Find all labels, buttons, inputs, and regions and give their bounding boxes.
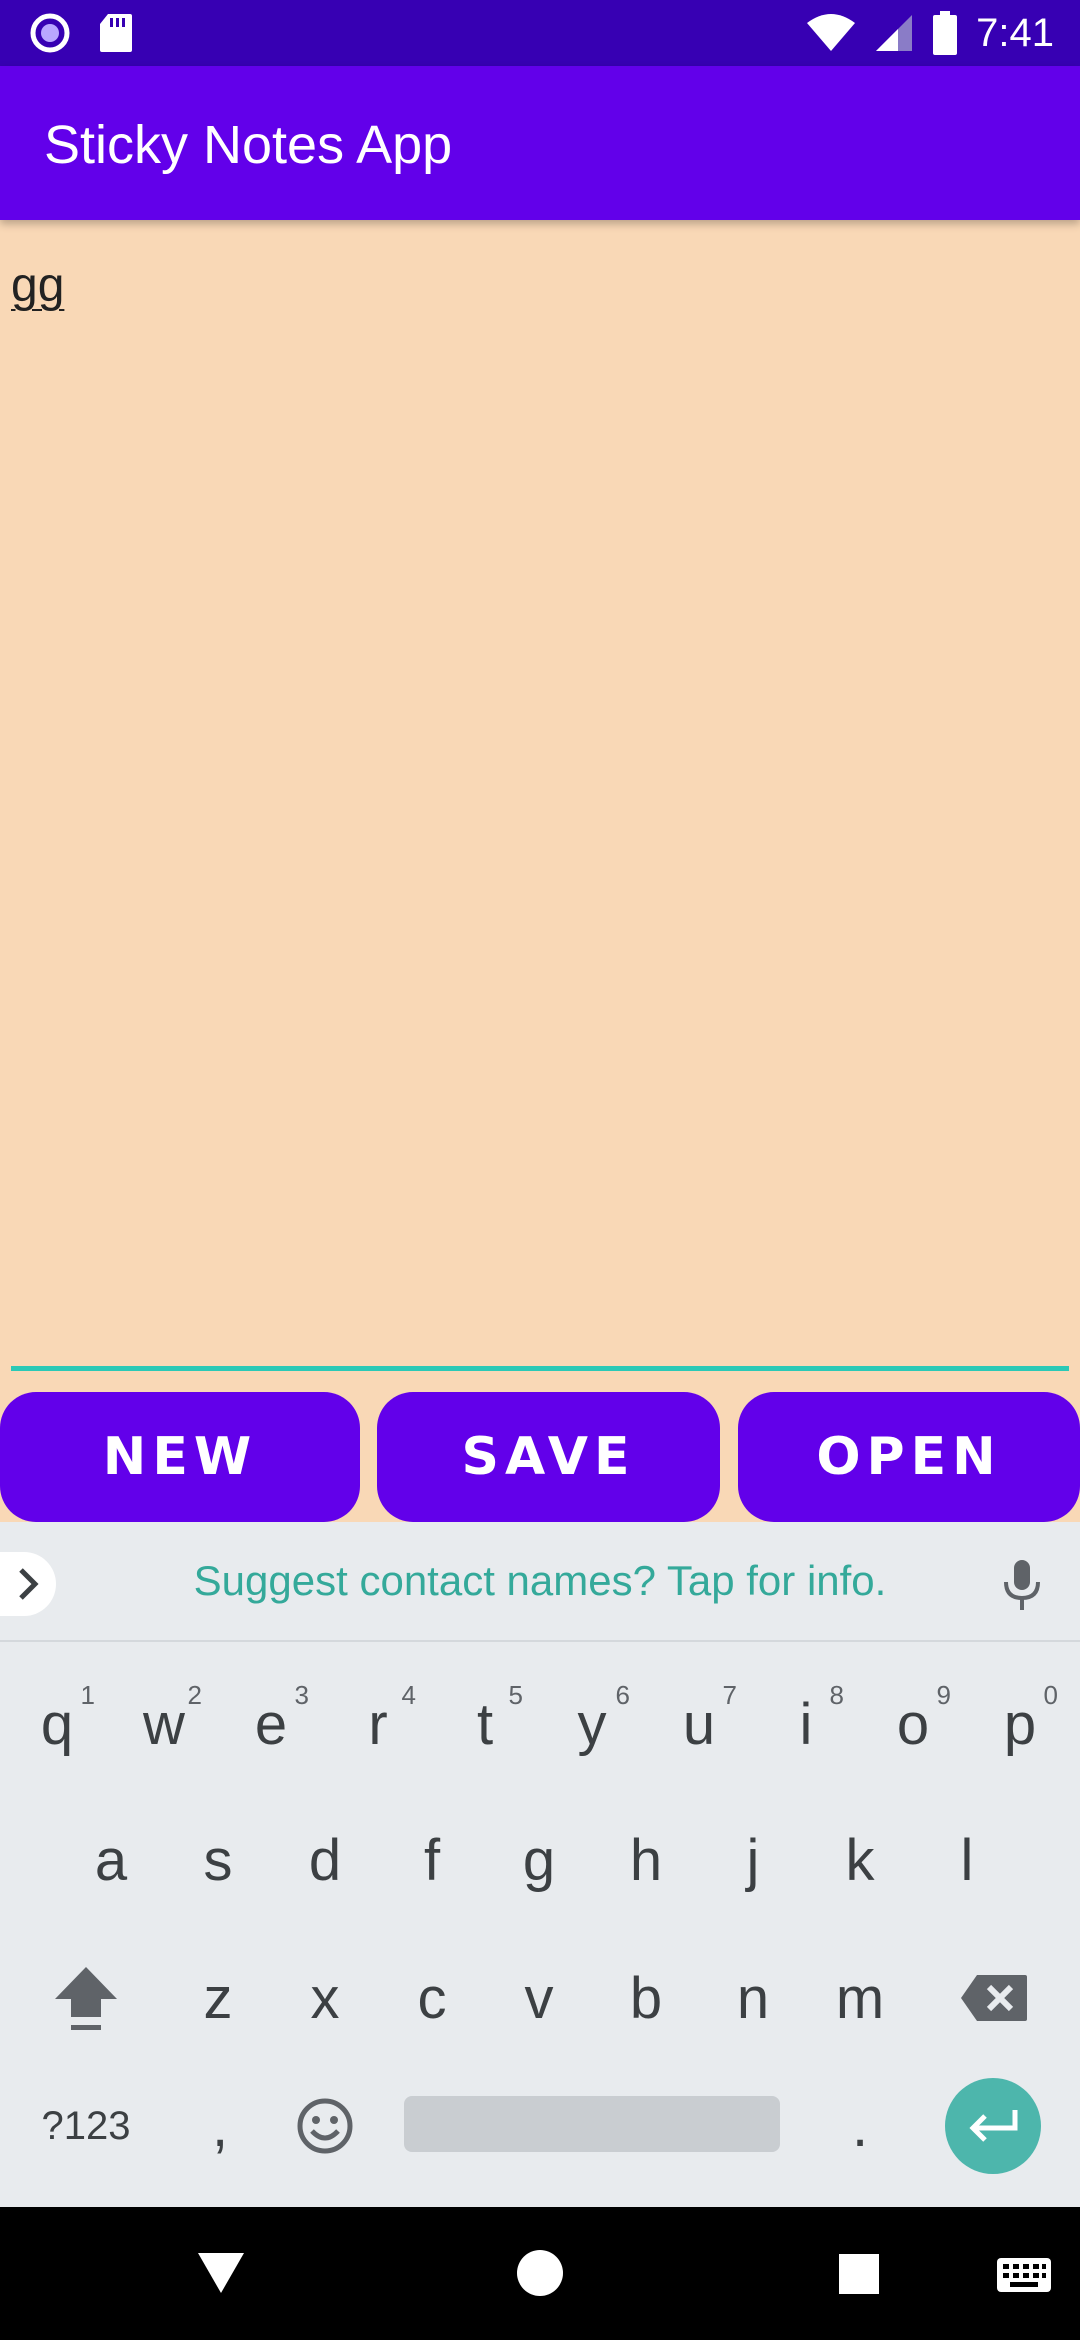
navigation-bar (0, 2207, 1080, 2340)
sd-card-icon (100, 14, 132, 52)
key-l[interactable]: l (917, 1800, 1017, 1920)
key-b[interactable]: b (596, 1938, 696, 2058)
comma-key[interactable]: , (170, 2066, 270, 2186)
key-hint: 0 (1043, 1680, 1058, 1710)
key-label: z (203, 1965, 233, 2031)
key-g[interactable]: g (489, 1800, 589, 1920)
enter-arrow-icon (969, 2110, 1018, 2142)
microphone-icon[interactable] (1002, 1558, 1042, 1612)
key-x[interactable]: x (275, 1938, 375, 2058)
key-s[interactable]: s (168, 1800, 268, 1920)
key-hint: 8 (829, 1680, 844, 1710)
radio-icon (30, 13, 70, 53)
cell-signal-icon (876, 15, 913, 51)
clock: 7:41 (976, 10, 1054, 55)
enter-key[interactable] (945, 2078, 1041, 2174)
key-label: b (629, 1965, 663, 2031)
key-label: o (896, 1691, 930, 1757)
app-bar: Sticky Notes App (0, 66, 1080, 220)
key-label: f (423, 1827, 441, 1893)
home-icon[interactable] (516, 2249, 564, 2297)
key-v[interactable]: v (489, 1938, 589, 2058)
key-hint: 7 (722, 1680, 737, 1710)
shift-key[interactable] (36, 1938, 136, 2058)
key-label: a (94, 1827, 128, 1893)
key-label: x (310, 1965, 340, 2031)
app-title: Sticky Notes App (44, 115, 453, 175)
suggestion-text[interactable]: Suggest contact names? Tap for info. (0, 1557, 1080, 1605)
key-label: c (417, 1965, 447, 2031)
key-label: p (1003, 1691, 1037, 1757)
key-label: u (682, 1691, 716, 1757)
note-editor[interactable]: gg (0, 220, 1080, 1372)
key-r[interactable]: r4 (328, 1664, 428, 1784)
key-label: w (143, 1691, 185, 1757)
key-label: l (960, 1827, 974, 1893)
key-o[interactable]: o9 (863, 1664, 963, 1784)
key-label: v (524, 1965, 554, 2031)
key-u[interactable]: u7 (649, 1664, 749, 1784)
key-label: s (203, 1827, 233, 1893)
key-k[interactable]: k (810, 1800, 910, 1920)
recents-icon[interactable] (838, 2253, 880, 2295)
key-hint: 5 (508, 1680, 523, 1710)
key-hint: 2 (187, 1680, 202, 1710)
key-hint: 6 (615, 1680, 630, 1710)
key-w[interactable]: w2 (114, 1664, 214, 1784)
key-label: i (799, 1691, 813, 1757)
battery-icon (933, 11, 958, 55)
wifi-icon (807, 14, 856, 51)
key-hint: 3 (294, 1680, 309, 1710)
note-text[interactable]: gg (11, 258, 64, 313)
key-label: y (577, 1691, 607, 1757)
key-y[interactable]: y6 (542, 1664, 642, 1784)
key-i[interactable]: i8 (756, 1664, 856, 1784)
key-label: e (254, 1691, 288, 1757)
key-hint: 1 (80, 1680, 95, 1710)
emoji-key[interactable] (275, 2066, 375, 2186)
key-label: t (476, 1691, 494, 1757)
suggestion-strip: Suggest contact names? Tap for info. (0, 1522, 1080, 1642)
key-n[interactable]: n (703, 1938, 803, 2058)
key-label: r (368, 1691, 388, 1757)
shift-icon (55, 1967, 117, 2030)
key-p[interactable]: p0 (970, 1664, 1070, 1784)
key-hint: 4 (401, 1680, 416, 1710)
space-bar[interactable] (404, 2096, 780, 2152)
backspace-key[interactable] (944, 1938, 1044, 2058)
status-bar: 7:41 (0, 0, 1080, 66)
key-hint: 9 (936, 1680, 951, 1710)
key-z[interactable]: z (168, 1938, 268, 2058)
key-label: q (40, 1691, 74, 1757)
key-label: d (308, 1827, 342, 1893)
key-c[interactable]: c (382, 1938, 482, 2058)
save-button[interactable]: SAVE (377, 1392, 720, 1522)
soft-keyboard: Suggest contact names? Tap for info. ?12… (0, 1522, 1080, 2207)
new-button[interactable]: NEW (0, 1392, 360, 1522)
key-t[interactable]: t5 (435, 1664, 535, 1784)
back-icon[interactable] (196, 2251, 246, 2295)
key-m[interactable]: m (810, 1938, 910, 2058)
key-h[interactable]: h (596, 1800, 696, 1920)
symbols-key[interactable]: ?123 (36, 2066, 136, 2186)
key-label: k (845, 1827, 875, 1893)
emoji-icon (297, 2098, 353, 2154)
key-a[interactable]: a (61, 1800, 161, 1920)
key-q[interactable]: q1 (7, 1664, 107, 1784)
key-label: h (629, 1827, 663, 1893)
open-button[interactable]: OPEN (738, 1392, 1080, 1522)
period-key[interactable]: . (810, 2066, 910, 2186)
key-j[interactable]: j (703, 1800, 803, 1920)
backspace-icon (961, 1975, 1027, 2021)
action-buttons: NEW SAVE OPEN (0, 1392, 1080, 1522)
editor-underline (11, 1366, 1069, 1371)
key-e[interactable]: e3 (221, 1664, 321, 1784)
keyboard-switch-icon[interactable] (996, 2257, 1052, 2293)
key-label: n (736, 1965, 770, 2031)
key-label: g (522, 1827, 556, 1893)
key-d[interactable]: d (275, 1800, 375, 1920)
key-label: m (835, 1965, 885, 2031)
key-f[interactable]: f (382, 1800, 482, 1920)
key-label: j (746, 1827, 760, 1893)
